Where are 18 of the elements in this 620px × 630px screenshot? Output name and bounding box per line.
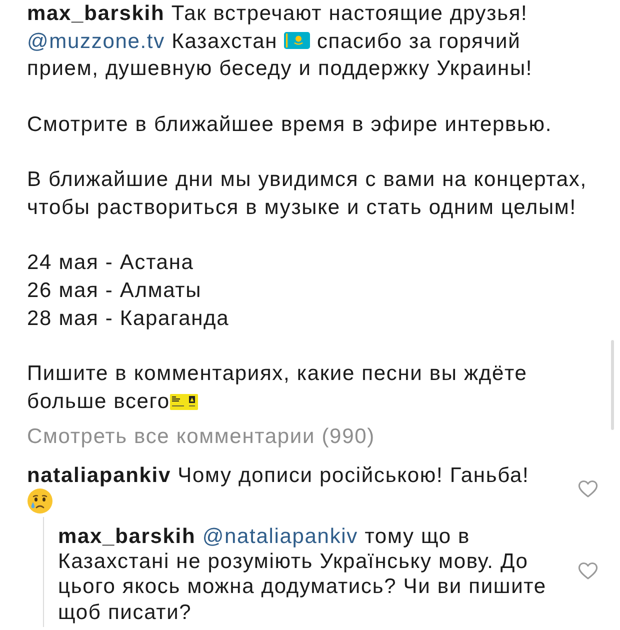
caption-line: 24 мая - Астана <box>27 250 195 276</box>
caption-paragraph: В ближайшие дни мы увидимся с вами на концертах, чтобы раствориться в музыке и стать одним целым! <box>27 167 587 221</box>
caption-line: 28 мая - Караганда <box>27 306 230 332</box>
crying-face-emoji-icon <box>27 488 53 514</box>
reply-text: max_barskih @nataliapankiv тому що в Казахстані не розуміють Українську мову. До цього якось можна додуматись? Чи ви пишите щоб писати? <box>58 524 548 625</box>
username-link[interactable]: max_barskih <box>58 524 196 548</box>
username-link[interactable]: max_barskih <box>27 2 165 25</box>
username-link[interactable]: nataliapankiv <box>27 464 171 488</box>
heart-icon[interactable] <box>578 480 598 498</box>
caption-paragraph: max_barskih Так встречают настоящие друзья! @muzzone.tv Казахстан спасибо за горячий прием, душевную беседу и поддержку Украины! <box>27 1 534 82</box>
mention-link[interactable]: @nataliapankiv <box>202 524 358 548</box>
comment-text: nataliapankiv Чому дописи російською! Ганьба! <box>27 463 557 515</box>
heart-icon[interactable] <box>578 562 598 580</box>
caption-paragraph: Пишите в комментариях, какие песни вы ждёте больше всего <box>27 361 528 415</box>
caption-paragraph: Смотрите в ближайшее время в эфире интервью. <box>27 112 554 138</box>
caption-line: 26 мая - Алматы <box>27 278 203 304</box>
flag-emoji-icon <box>284 32 310 49</box>
mention-link[interactable]: @muzzone.tv <box>27 30 165 53</box>
